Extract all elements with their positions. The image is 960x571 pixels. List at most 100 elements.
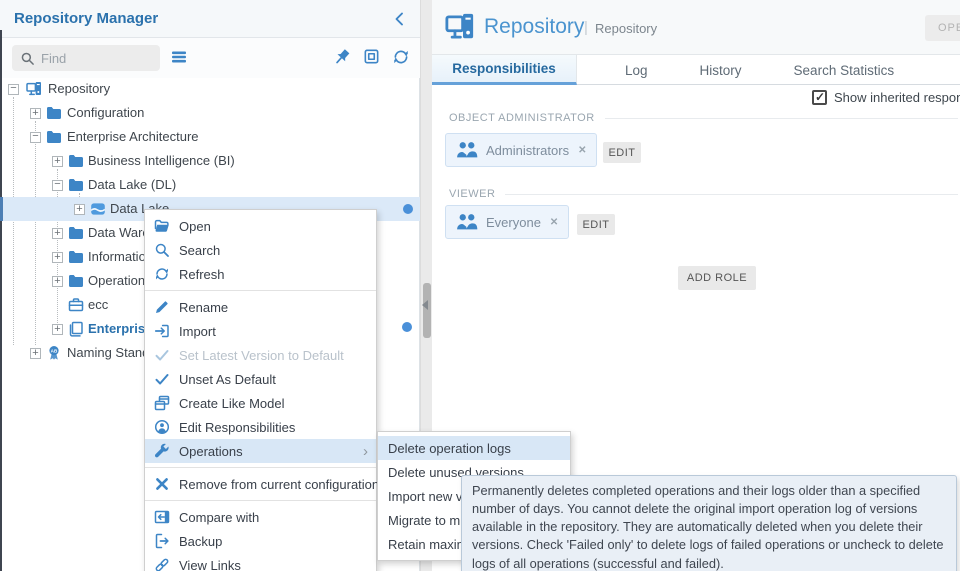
tree-item-configuration[interactable]: Configuration xyxy=(0,101,420,125)
expand-expander-icon[interactable] xyxy=(52,228,63,239)
collapse-expander-icon[interactable] xyxy=(8,84,19,95)
selected-row-marker xyxy=(0,197,3,221)
hamburger-menu-icon[interactable] xyxy=(170,48,188,66)
remove-role-icon[interactable] xyxy=(578,145,586,156)
edit-button[interactable]: EDIT xyxy=(577,214,615,235)
scrollbar-thumb[interactable] xyxy=(423,283,431,338)
show-inherited-checkbox-row[interactable]: Show inherited responsibilities xyxy=(812,90,960,105)
menu-item-view-links[interactable]: View Links xyxy=(145,553,376,571)
menu-item-unset-as-default[interactable]: Unset As Default xyxy=(145,367,376,391)
remove-role-icon[interactable] xyxy=(550,217,558,228)
repository-icon xyxy=(443,12,477,42)
tree-item-label: Informatio xyxy=(88,249,146,264)
expand-expander-icon[interactable] xyxy=(30,108,41,119)
tab-log[interactable]: Log xyxy=(599,55,674,85)
pin-panel-icon[interactable] xyxy=(333,48,351,66)
menu-item-label: Create Like Model xyxy=(179,396,285,411)
tree-item-label: Data Lake (DL) xyxy=(88,177,176,192)
page-subtitle: Repository xyxy=(595,21,657,36)
tree-item-data-lake-folder[interactable]: Data Lake (DL) xyxy=(0,173,420,197)
folder-icon xyxy=(68,225,84,241)
expand-expander-icon[interactable] xyxy=(30,348,41,359)
role-name: Everyone xyxy=(486,215,541,230)
role-chip-administrators[interactable]: Administrators xyxy=(445,133,597,167)
tab-history[interactable]: History xyxy=(674,55,768,85)
links-icon xyxy=(154,557,170,571)
menu-item-label: Operations xyxy=(179,444,243,459)
float-window-icon[interactable] xyxy=(363,48,381,66)
collapse-panel-icon[interactable] xyxy=(392,11,408,27)
person-circle-icon xyxy=(154,419,170,435)
expand-expander-icon[interactable] xyxy=(74,204,85,215)
expand-expander-icon[interactable] xyxy=(52,324,63,335)
remove-x-icon xyxy=(154,476,170,492)
status-dot xyxy=(402,322,412,332)
wrench-icon xyxy=(154,443,170,459)
menu-item-remove-from-configuration[interactable]: Remove from current configuration xyxy=(145,472,376,496)
menu-item-label: Edit Responsibilities xyxy=(179,420,295,435)
pencil-icon xyxy=(154,299,170,315)
collapse-expander-icon[interactable] xyxy=(52,180,63,191)
tree-item-label: Data Ware xyxy=(88,225,150,240)
role-chip-everyone[interactable]: Everyone xyxy=(445,205,569,239)
search-icon xyxy=(20,51,35,66)
tree-item-repository[interactable]: Repository xyxy=(0,77,420,101)
menu-item-refresh[interactable]: Refresh xyxy=(145,262,376,286)
checkbox-label: Show inherited responsibilities xyxy=(834,90,960,105)
refresh-tree-icon[interactable] xyxy=(392,48,410,66)
folder-icon xyxy=(68,273,84,289)
tree-item-label: Enterprise xyxy=(88,321,152,336)
folder-icon xyxy=(68,177,84,193)
menu-item-search[interactable]: Search xyxy=(145,238,376,262)
tree-item-business-intelligence[interactable]: Business Intelligence (BI) xyxy=(0,149,420,173)
lake-model-icon xyxy=(90,201,106,217)
import-icon xyxy=(154,323,170,339)
menu-item-edit-responsibilities[interactable]: Edit Responsibilities xyxy=(145,415,376,439)
tooltip: Permanently deletes completed operations… xyxy=(461,475,957,571)
submenu-arrow-icon: › xyxy=(363,444,376,459)
section-object-administrator: OBJECT ADMINISTRATOR xyxy=(449,112,958,124)
search-box[interactable] xyxy=(12,45,160,71)
expand-expander-icon[interactable] xyxy=(52,276,63,287)
edit-button[interactable]: EDIT xyxy=(603,142,641,163)
copy-window-icon xyxy=(154,395,170,411)
app-window: Repository Manager xyxy=(0,0,960,571)
section-viewer: VIEWER xyxy=(449,188,958,200)
find-input[interactable] xyxy=(41,51,151,66)
expand-expander-icon[interactable] xyxy=(52,156,63,167)
tree-item-label: Business Intelligence (BI) xyxy=(88,153,235,168)
menu-item-label: Search xyxy=(179,243,220,258)
tab-responsibilities[interactable]: Responsibilities xyxy=(432,55,577,85)
tab-bar: Responsibilities Log History Search Stat… xyxy=(432,54,960,85)
collapse-arrow-icon[interactable] xyxy=(422,300,428,310)
check-icon xyxy=(154,347,170,363)
menu-item-rename[interactable]: Rename xyxy=(145,295,376,319)
menu-item-compare-with[interactable]: Compare with xyxy=(145,505,376,529)
documents-icon xyxy=(68,321,84,337)
menu-item-label: Remove from current configuration xyxy=(179,477,379,492)
menu-item-backup[interactable]: Backup xyxy=(145,529,376,553)
menu-item-label: Unset As Default xyxy=(179,372,276,387)
title-separator: | xyxy=(584,19,588,36)
award-icon: AB xyxy=(46,345,62,361)
left-panel-header: Repository Manager xyxy=(0,0,420,38)
menu-item-open[interactable]: Open xyxy=(145,214,376,238)
submenu-item-delete-operation-logs[interactable]: Delete operation logs xyxy=(378,436,570,460)
tab-search-statistics[interactable]: Search Statistics xyxy=(768,55,921,85)
folder-icon xyxy=(68,153,84,169)
tree-item-enterprise-architecture[interactable]: Enterprise Architecture xyxy=(0,125,420,149)
menu-item-create-like-model[interactable]: Create Like Model xyxy=(145,391,376,415)
open-button[interactable]: OPEN xyxy=(925,15,960,41)
add-role-button[interactable]: ADD ROLE xyxy=(678,266,756,290)
section-divider xyxy=(505,194,958,195)
menu-item-operations[interactable]: Operations › xyxy=(145,439,376,463)
menu-item-import[interactable]: Import xyxy=(145,319,376,343)
expand-expander-icon[interactable] xyxy=(52,252,63,263)
section-divider xyxy=(605,118,958,119)
page-title: Repository xyxy=(484,15,584,39)
menu-item-label: Refresh xyxy=(179,267,225,282)
checkbox-checked-icon[interactable] xyxy=(812,90,827,105)
collapse-expander-icon[interactable] xyxy=(30,132,41,143)
menu-item-label: View Links xyxy=(179,558,241,571)
menu-separator xyxy=(145,290,376,291)
